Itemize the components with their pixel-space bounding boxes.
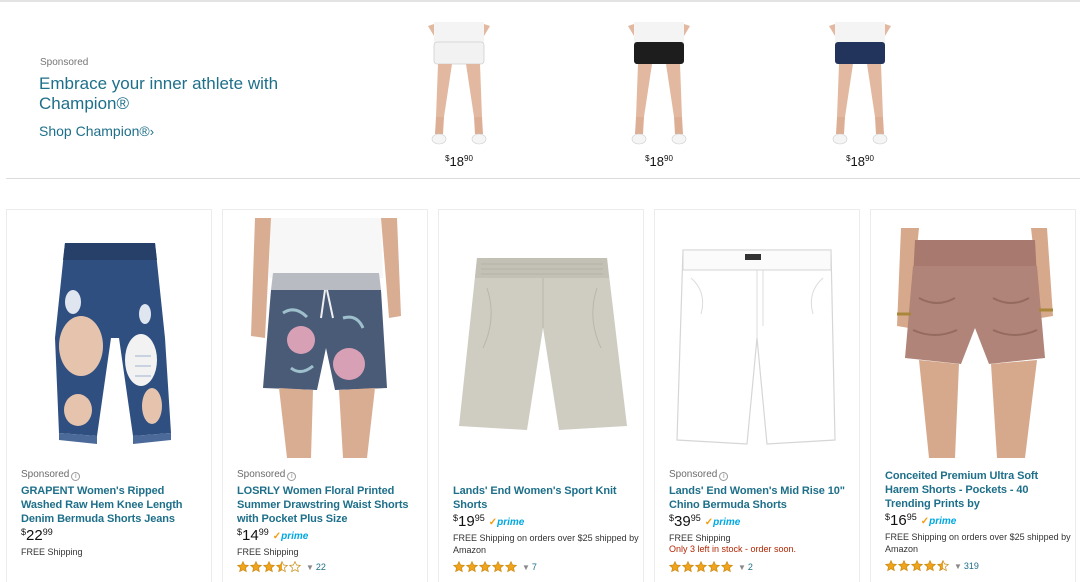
model-white-shorts-image [428, 22, 490, 145]
star-rating [237, 561, 303, 573]
star-icon [478, 561, 492, 573]
product-title-link[interactable]: Conceited Premium Ultra Soft Harem Short… [885, 469, 1071, 511]
stars-icon [237, 561, 302, 573]
rating-count[interactable]: ▼ 2 [738, 562, 753, 572]
product-image-sport-knit-shorts[interactable] [447, 218, 637, 463]
banner-divider [6, 178, 1080, 179]
stars-icon [669, 561, 734, 573]
stars-icon [885, 560, 950, 572]
product-price: $2299 [21, 527, 53, 544]
product-card[interactable]: Conceited Premium Ultra Soft Harem Short… [870, 209, 1076, 582]
info-icon[interactable]: i [719, 472, 729, 481]
caret-down-icon: ▼ [954, 562, 962, 571]
shop-champion-link[interactable]: Shop Champion®› [39, 123, 154, 139]
product-price: $1995 ✓prime [453, 513, 525, 530]
rating[interactable]: ▼ 7 [453, 561, 537, 573]
caret-down-icon: ▼ [522, 563, 530, 572]
product-price: $1499 ✓prime [237, 527, 309, 544]
rating[interactable]: ▼ 319 [885, 560, 979, 572]
sponsored-label: Sponsored i [237, 469, 297, 481]
banner-product-black-shorts[interactable]: $1890 [614, 22, 704, 172]
model-black-shorts-image [628, 22, 690, 145]
shop-champion-link-text[interactable]: Shop Champion® [39, 123, 150, 139]
banner-sponsored-label: Sponsored [40, 57, 89, 68]
banner-product-navy-shorts[interactable]: $1890 [815, 22, 905, 172]
product-card[interactable]: Lands' End Women's Sport Knit Shorts $19… [438, 209, 644, 582]
star-icon [669, 561, 682, 573]
prime-badge: ✓prime [488, 517, 525, 528]
star-icon [681, 561, 695, 573]
product-image-white-chino-shorts[interactable] [663, 218, 853, 463]
shipping-info: FREE Shipping on orders over $25 shipped… [453, 533, 639, 555]
star-rating [669, 561, 735, 573]
star-icon [694, 561, 708, 573]
star-rating [885, 560, 951, 572]
rating[interactable]: ▼ 22 [237, 561, 326, 573]
product-title-link[interactable]: LOSRLY Women Floral Printed Summer Draws… [237, 484, 423, 526]
short-swatch [835, 42, 885, 64]
star-icon [249, 561, 263, 573]
product-image-mauve-harem-shorts[interactable] [879, 218, 1069, 463]
star-icon [707, 561, 721, 573]
star-rating [453, 561, 519, 573]
star-icon [237, 561, 250, 573]
star-icon [897, 560, 911, 572]
star-icon [288, 561, 302, 573]
short-swatch [634, 42, 684, 64]
shipping-info: FREE Shipping [21, 547, 83, 557]
product-title-link[interactable]: GRAPENT Women's Ripped Washed Raw Hem Kn… [21, 484, 207, 526]
product-card[interactable]: Sponsored i GRAPENT Women's Ripped Washed… [6, 209, 212, 582]
banner-product-white-shorts[interactable]: $1890 [414, 22, 504, 172]
banner-price: $1890 [846, 154, 874, 169]
star-icon [910, 560, 924, 572]
star-icon [453, 561, 466, 573]
banner-headline[interactable]: Embrace your inner athlete with Champion… [39, 74, 309, 114]
prime-badge: ✓prime [920, 516, 957, 527]
star-icon [885, 560, 898, 572]
banner-price: $1890 [645, 154, 673, 169]
product-card[interactable]: Sponsored i Lands' End Women's Mid Rise 1… [654, 209, 860, 582]
star-icon [275, 561, 289, 573]
rating[interactable]: ▼ 2 [669, 561, 753, 573]
star-icon [465, 561, 479, 573]
star-icon [262, 561, 276, 573]
rating-count[interactable]: ▼ 22 [306, 562, 326, 572]
product-image-floral-drawstring-shorts[interactable] [231, 218, 421, 463]
rating-count[interactable]: ▼ 7 [522, 562, 537, 572]
star-icon [720, 561, 734, 573]
product-title-link[interactable]: Lands' End Women's Sport Knit Shorts [453, 484, 639, 512]
prime-badge: ✓prime [272, 531, 309, 542]
rating-count[interactable]: ▼ 319 [954, 561, 979, 571]
banner-price: $1890 [445, 154, 473, 169]
stars-icon [453, 561, 518, 573]
model-navy-shorts-image [829, 22, 891, 145]
chevron-right-icon: › [149, 124, 155, 139]
star-icon [504, 561, 518, 573]
info-icon[interactable]: i [287, 472, 297, 481]
product-card[interactable]: Sponsored i LOSRLY Women Floral Printed S… [222, 209, 428, 582]
star-icon [491, 561, 505, 573]
shipping-info: FREE Shipping on orders over $25 shipped… [885, 532, 1071, 554]
sponsored-banner: Sponsored Embrace your inner athlete wit… [0, 2, 1080, 178]
caret-down-icon: ▼ [738, 563, 746, 572]
star-icon [936, 560, 950, 572]
product-price: $3995 ✓prime [669, 513, 741, 530]
star-icon [923, 560, 937, 572]
shipping-info: FREE Shipping [669, 533, 731, 543]
caret-down-icon: ▼ [306, 563, 314, 572]
prime-badge: ✓prime [704, 517, 741, 528]
sponsored-label: Sponsored i [21, 469, 81, 481]
low-stock-warning: Only 3 left in stock - order soon. [669, 544, 797, 554]
sponsored-label: Sponsored i [669, 469, 729, 481]
short-swatch [433, 41, 485, 65]
shipping-info: FREE Shipping [237, 547, 299, 557]
info-icon[interactable]: i [71, 472, 81, 481]
product-price: $1695 ✓prime [885, 512, 957, 529]
product-image-ripped-denim-shorts[interactable] [15, 218, 205, 463]
product-title-link[interactable]: Lands' End Women's Mid Rise 10" Chino Be… [669, 484, 855, 512]
